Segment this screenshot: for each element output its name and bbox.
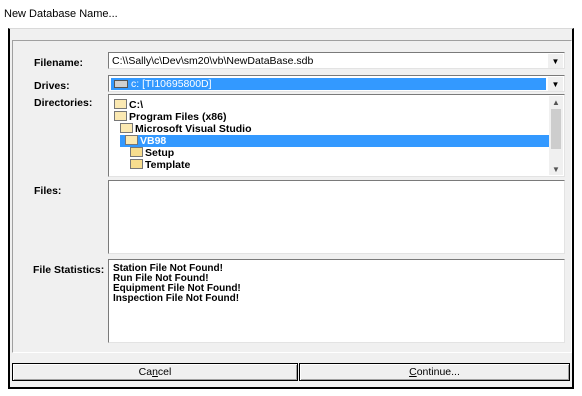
- directory-item[interactable]: Program Files (x86): [114, 111, 226, 123]
- chevron-down-icon: ▼: [551, 79, 560, 89]
- directory-item[interactable]: Template: [130, 159, 190, 171]
- chevron-down-icon: ▼: [551, 56, 560, 66]
- drives-label: Drives:: [34, 80, 70, 92]
- scroll-thumb[interactable]: [551, 109, 561, 149]
- continue-button[interactable]: Continue...: [299, 363, 570, 381]
- dialog-window: New Database Name... Filename: C:\\Sally…: [0, 0, 582, 396]
- filename-dropdown-button[interactable]: ▼: [548, 54, 563, 68]
- filename-label: Filename:: [34, 57, 84, 69]
- folder-icon: [130, 159, 143, 170]
- files-label: Files:: [34, 185, 62, 197]
- file-statistics-box: Station File Not Found! Run File Not Fou…: [108, 259, 565, 343]
- scroll-up-icon[interactable]: ▲: [549, 96, 563, 108]
- drives-dropdown-button[interactable]: ▼: [548, 77, 563, 91]
- scroll-down-icon[interactable]: ▼: [549, 163, 563, 175]
- drive-icon: [114, 80, 128, 88]
- file-statistics-label: File Statistics:: [33, 264, 105, 276]
- open-folder-icon: [114, 99, 127, 110]
- statistics-line: Inspection File Not Found!: [113, 293, 240, 304]
- filename-combo[interactable]: C:\\Sally\c\Dev\sm20\vb\NewDataBase.sdb …: [108, 52, 565, 69]
- title-bar[interactable]: New Database Name...: [0, 0, 582, 28]
- directory-item[interactable]: C:\: [114, 99, 143, 111]
- directories-label: Directories:: [34, 97, 93, 109]
- folder-icon: [130, 147, 143, 158]
- directories-scrollbar[interactable]: ▲ ▼: [549, 96, 563, 175]
- directory-item-selected[interactable]: VB98: [120, 135, 549, 147]
- open-folder-icon: [125, 135, 138, 146]
- window-title: New Database Name...: [4, 8, 118, 20]
- files-list[interactable]: [108, 180, 565, 254]
- drives-selection: c: [TI10695800D]: [111, 78, 546, 90]
- open-folder-icon: [114, 111, 127, 122]
- open-folder-icon: [120, 123, 133, 134]
- directories-list[interactable]: C:\ Program Files (x86) Microsoft Visual…: [108, 94, 565, 177]
- directory-item[interactable]: Microsoft Visual Studio: [120, 123, 251, 135]
- directory-item[interactable]: Setup: [130, 147, 174, 159]
- drives-combo[interactable]: c: [TI10695800D] ▼: [108, 75, 565, 92]
- drives-value: c: [TI10695800D]: [131, 78, 212, 90]
- filename-value: C:\\Sally\c\Dev\sm20\vb\NewDataBase.sdb: [112, 55, 314, 67]
- cancel-button[interactable]: Ca n cel: [12, 363, 298, 381]
